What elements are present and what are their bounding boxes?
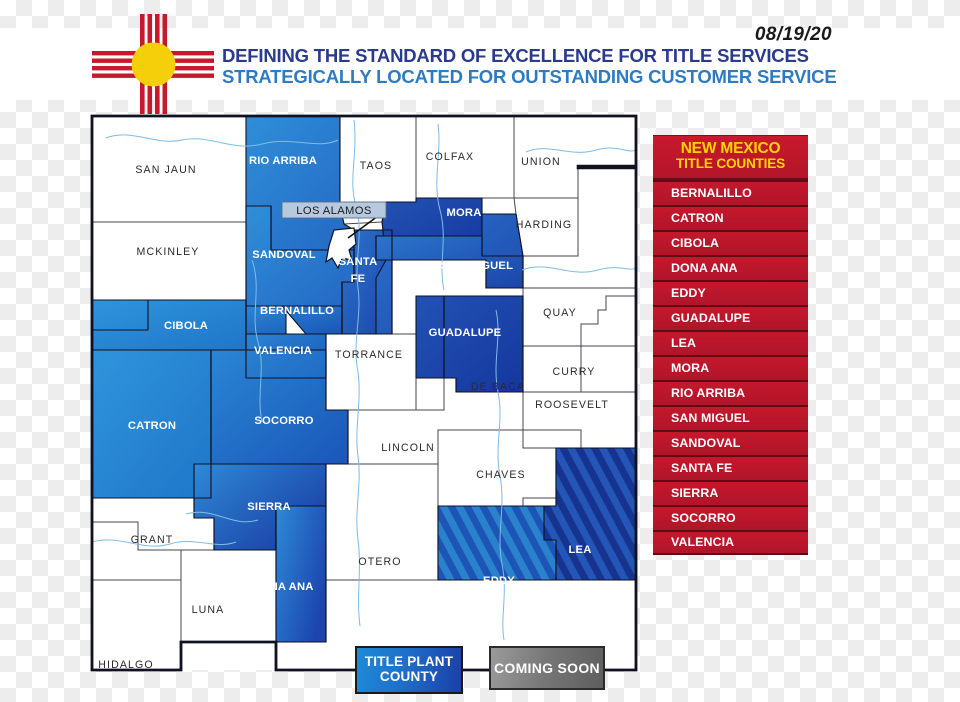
zia-sun-icon bbox=[92, 14, 214, 114]
legend-row-label: VALENCIA bbox=[671, 535, 735, 550]
legend-row[interactable]: VALENCIA bbox=[653, 529, 808, 555]
legend-row[interactable]: SAN MIGUEL bbox=[653, 404, 808, 430]
legend-row[interactable]: CIBOLA bbox=[653, 229, 808, 255]
legend-row-label: SIERRA bbox=[671, 486, 719, 501]
legend-row-label: SANDOVAL bbox=[671, 436, 741, 451]
title-counties-legend-panel: NEW MEXICO TITLE COUNTIES BERNALILLO CATR… bbox=[653, 135, 808, 555]
legend-row-label: DONA ANA bbox=[671, 261, 738, 276]
chip-title-line-1: TITLE PLANT bbox=[364, 654, 454, 670]
legend-row[interactable]: DONA ANA bbox=[653, 254, 808, 280]
map-svg: LOS ALAMOS SAN JAUN RIO ARRIBA TAOS COLF… bbox=[90, 114, 638, 672]
legend-row[interactable]: MORA bbox=[653, 354, 808, 380]
county-hidalgo bbox=[91, 579, 182, 671]
legend-row[interactable]: SIERRA bbox=[653, 479, 808, 505]
headline-secondary: STRATEGICALLY LOCATED FOR OUTSTANDING CU… bbox=[222, 65, 837, 87]
poster-root: 08/19/20 DEFINING THE STANDARD OF EXCELL… bbox=[0, 0, 960, 702]
legend-row[interactable]: SANTA FE bbox=[653, 454, 808, 480]
legend-row-label: CATRON bbox=[671, 211, 724, 226]
county-lea-shape bbox=[543, 447, 637, 581]
legend-header-line-1: NEW MEXICO bbox=[680, 140, 781, 157]
legend-row-label: SANTA FE bbox=[671, 461, 733, 476]
county-dona-ana bbox=[275, 505, 327, 643]
date-stamp: 08/19/20 bbox=[754, 24, 832, 45]
legend-row[interactable]: SOCORRO bbox=[653, 504, 808, 530]
legend-row-label: SOCORRO bbox=[671, 511, 736, 526]
legend-row[interactable]: CATRON bbox=[653, 204, 808, 230]
legend-row[interactable]: LEA bbox=[653, 329, 808, 355]
county-catron bbox=[91, 349, 212, 499]
legend-row-label: BERNALILLO bbox=[671, 186, 752, 201]
legend-chip-title-plant-county[interactable]: TITLE PLANT COUNTY bbox=[355, 646, 463, 694]
legend-row[interactable]: SANDOVAL bbox=[653, 429, 808, 455]
county-guadalupe bbox=[415, 295, 524, 393]
legend-panel-header: NEW MEXICO TITLE COUNTIES bbox=[653, 135, 808, 180]
headline-primary: DEFINING THE STANDARD OF EXCELLENCE FOR … bbox=[222, 45, 809, 66]
chip-coming-soon-label: COMING SOON bbox=[494, 660, 600, 676]
new-mexico-county-map[interactable]: LOS ALAMOS SAN JAUN RIO ARRIBA TAOS COLF… bbox=[86, 110, 642, 685]
legend-row-label: RIO ARRIBA bbox=[671, 386, 746, 401]
legend-row-label: LEA bbox=[671, 336, 697, 351]
legend-row-label: EDDY bbox=[671, 286, 706, 301]
county-eddy-shape bbox=[437, 505, 557, 581]
legend-row-label: GUADALUPE bbox=[671, 311, 751, 326]
legend-row[interactable]: GUADALUPE bbox=[653, 304, 808, 330]
legend-header-line-2: TITLE COUNTIES bbox=[676, 156, 785, 172]
legend-row[interactable]: RIO ARRIBA bbox=[653, 379, 808, 405]
county-curry bbox=[580, 345, 637, 393]
title-block: DEFINING THE STANDARD OF EXCELLENCE FOR … bbox=[222, 45, 842, 87]
county-luna bbox=[180, 549, 277, 643]
county-san-juan bbox=[91, 115, 247, 223]
legend-chip-coming-soon[interactable]: COMING SOON bbox=[489, 646, 605, 690]
county-cibola bbox=[91, 299, 247, 351]
county-torrance bbox=[325, 333, 417, 411]
legend-row[interactable]: BERNALILLO bbox=[653, 179, 808, 205]
county-harding bbox=[513, 197, 579, 257]
legend-row-label: SAN MIGUEL bbox=[671, 411, 750, 426]
chip-title-line-2: COUNTY bbox=[379, 669, 439, 684]
legend-row-list: BERNALILLO CATRON CIBOLA DONA ANA EDDY GUADAL… bbox=[653, 179, 808, 555]
legend-row-label: CIBOLA bbox=[671, 236, 720, 251]
legend-row[interactable]: EDDY bbox=[653, 279, 808, 305]
legend-row-label: MORA bbox=[671, 361, 710, 376]
county-colfax bbox=[415, 115, 515, 199]
